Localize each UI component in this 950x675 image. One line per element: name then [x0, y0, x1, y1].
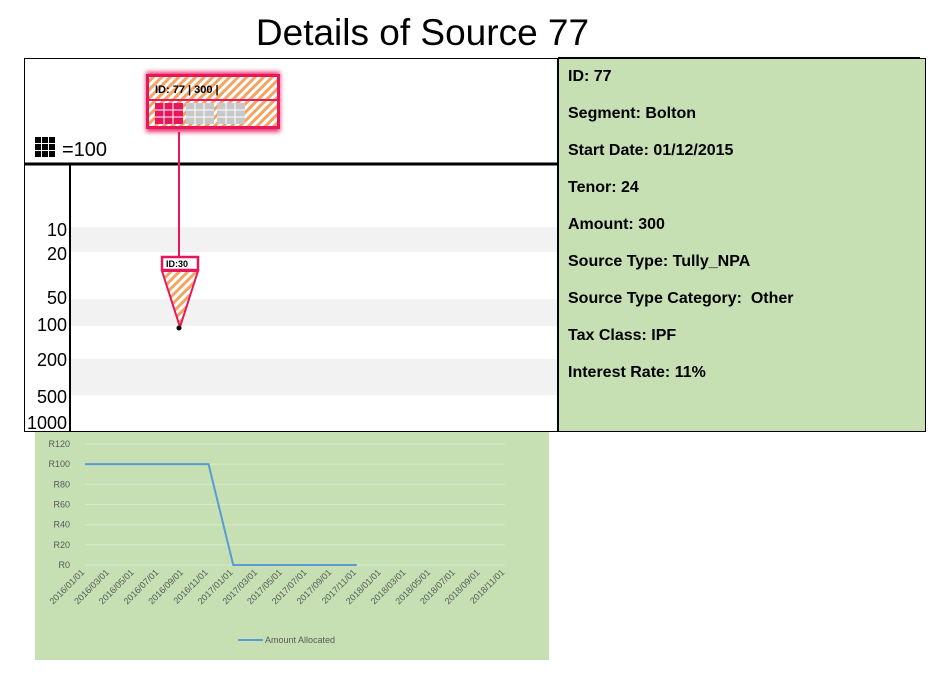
- marker-point: [176, 325, 182, 331]
- detail-segment: Segment: Bolton: [568, 105, 696, 122]
- scale-band: [70, 227, 557, 252]
- detail-start-date: Start Date: 01/12/2015: [568, 142, 734, 159]
- detail-tenor: Tenor: 24: [568, 179, 639, 196]
- scale-label: 1000: [27, 413, 67, 432]
- y-tick-label: R80: [53, 479, 70, 489]
- source-diagram: =100 10 20 50 100 200 500 1000 ID: 77 | …: [25, 72, 557, 432]
- detail-tax-class: Tax Class: IPF: [568, 327, 677, 344]
- scale-label: 10: [47, 220, 67, 240]
- detail-source-type-category: Source Type Category: Other: [568, 290, 794, 307]
- source-diagram-panel: =100 10 20 50 100 200 500 1000 ID: 77 | …: [24, 58, 558, 432]
- marker-label: ID:30: [166, 259, 188, 269]
- y-tick-label: R120: [48, 439, 70, 449]
- scale-band: [70, 359, 557, 395]
- scale-label: 100: [37, 315, 67, 335]
- source-box-label: ID: 77 | 300 |: [155, 84, 219, 96]
- legend-label: Amount Allocated: [265, 635, 335, 645]
- y-tick-label: R100: [48, 459, 70, 469]
- source-box[interactable]: ID: 77 | 300 |: [146, 72, 280, 132]
- scale-label: 500: [37, 387, 67, 407]
- source-details-panel: ID: 77 Segment: Bolton Start Date: 01/12…: [558, 58, 926, 432]
- amount-allocated-chart: R0R20R40R60R80R100R1202016/01/012016/03/…: [47, 439, 506, 645]
- detail-interest-rate: Interest Rate: 11%: [568, 364, 706, 381]
- detail-id: ID: 77: [568, 68, 612, 85]
- amount-allocated-chart-panel: R0 R20 R40 R60 R80 R100 R120 2016/01/01 2016/03/…: [35, 432, 549, 660]
- series-line: [85, 463, 357, 566]
- page-title: Details of Source 77: [255, 12, 590, 53]
- detail-amount: Amount: 300: [568, 216, 665, 233]
- scale-label: 20: [47, 244, 67, 264]
- y-tick-label: R20: [53, 540, 70, 550]
- legend-label: =100: [62, 139, 107, 161]
- legend-grid-icon: [35, 137, 55, 157]
- y-tick-label: R0: [58, 560, 70, 570]
- y-tick-label: R60: [53, 500, 70, 510]
- scale-label: 200: [37, 350, 67, 370]
- scale-label: 50: [47, 288, 67, 308]
- allocation-cells-filled: [155, 103, 183, 124]
- detail-source-type: Source Type: Tully_NPA: [568, 253, 751, 270]
- y-tick-label: R40: [53, 520, 70, 530]
- scale-band: [70, 299, 557, 326]
